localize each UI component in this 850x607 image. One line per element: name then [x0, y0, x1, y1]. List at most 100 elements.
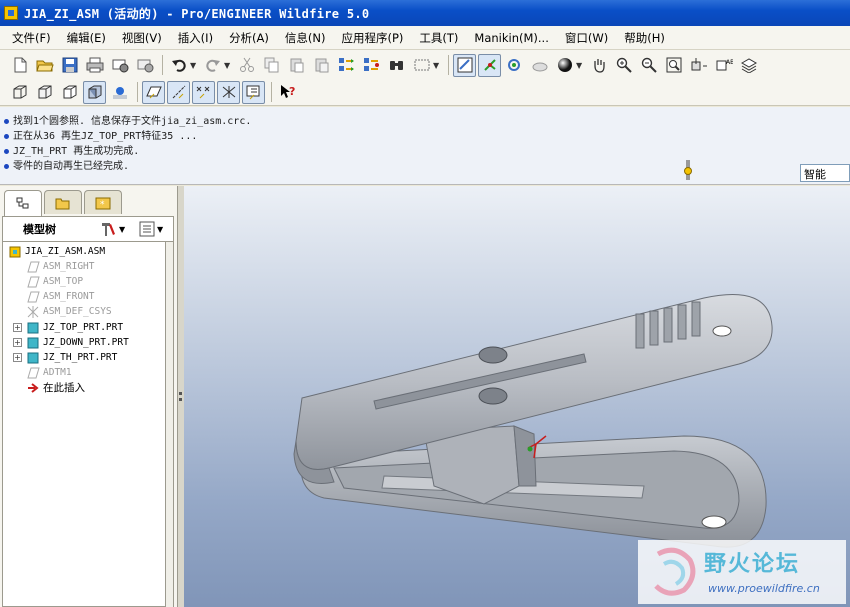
context-help-icon[interactable]: ?	[276, 81, 299, 104]
csys-display-icon[interactable]	[217, 80, 240, 104]
forum-watermark: 野火论坛 www.proewildfire.cn	[638, 540, 846, 604]
zoom-in-icon[interactable]	[612, 54, 635, 77]
svg-text:?: ?	[289, 85, 295, 98]
csys-icon	[27, 305, 40, 318]
spin-center-icon[interactable]	[478, 53, 501, 77]
tree-node-csys[interactable]: ASM_DEF_CSYS	[27, 304, 112, 319]
no-hidden-icon[interactable]	[58, 81, 81, 104]
render-icon[interactable]	[553, 54, 576, 77]
paste-icon[interactable]	[285, 54, 308, 77]
menu-info[interactable]: 信息(N)	[277, 28, 334, 48]
menu-analysis[interactable]: 分析(A)	[221, 28, 277, 48]
forum-name: 野火论坛	[704, 552, 801, 577]
regenerate-icon[interactable]	[335, 54, 358, 77]
tree-node-insert-here[interactable]: 在此插入	[27, 380, 85, 395]
forum-logo-icon	[654, 547, 696, 596]
sketch-view-icon[interactable]	[453, 53, 476, 77]
saved-views-icon[interactable]: AB	[712, 54, 735, 77]
pan-hand-icon[interactable]	[587, 54, 610, 77]
wireframe-icon[interactable]	[8, 81, 31, 104]
status-light-icon	[684, 160, 692, 180]
menu-help[interactable]: 帮助(H)	[616, 28, 673, 48]
open-icon[interactable]	[33, 54, 56, 77]
model-tree-title: 模型树	[23, 223, 56, 236]
redo-icon[interactable]	[201, 54, 224, 77]
refit-icon[interactable]	[662, 54, 685, 77]
redo-dropdown-icon[interactable]: ▼	[224, 61, 232, 70]
tab-model-tree[interactable]	[4, 190, 42, 216]
svg-text:AB: AB	[726, 59, 733, 66]
hidden-line-icon[interactable]	[33, 81, 56, 104]
datum-plane-display-icon[interactable]	[142, 80, 165, 104]
tree-scrollbar[interactable]	[166, 242, 174, 607]
selection-filter-select[interactable]: 智能	[800, 164, 850, 182]
tree-node-datum-plane[interactable]: ASM_FRONT	[27, 289, 94, 304]
print-icon[interactable]	[83, 54, 106, 77]
undo-dropdown-icon[interactable]: ▼	[190, 61, 198, 70]
save-icon[interactable]	[58, 54, 81, 77]
zoom-out-icon[interactable]	[637, 54, 660, 77]
reorient-icon[interactable]	[687, 54, 710, 77]
window-title: JIA_ZI_ASM (活动的) - Pro/ENGINEER Wildfire…	[24, 6, 370, 21]
tree-node-datum-plane[interactable]: ASM_TOP	[27, 274, 83, 289]
find-icon[interactable]	[385, 54, 408, 77]
menu-view[interactable]: 视图(V)	[114, 28, 170, 48]
part-icon	[27, 352, 40, 364]
shading-icon[interactable]	[83, 80, 106, 104]
render-dropdown-icon[interactable]: ▼	[576, 61, 584, 70]
part-icon	[27, 322, 40, 334]
menu-manikin[interactable]: Manikin(M)...	[466, 29, 556, 47]
menu-insert[interactable]: 插入(I)	[170, 28, 221, 48]
undo-icon[interactable]	[167, 54, 190, 77]
tree-node-datum-plane[interactable]: ASM_RIGHT	[27, 259, 94, 274]
appearance-icon[interactable]	[528, 54, 551, 77]
expand-toggle[interactable]: +	[13, 338, 22, 347]
forum-url: www.proewildfire.cn	[708, 582, 820, 595]
tree-node-part[interactable]: JZ_TOP_PRT.PRT	[27, 320, 123, 335]
model-tree-icon	[16, 197, 29, 208]
tree-settings-button[interactable]: ▼	[99, 220, 125, 238]
expand-toggle[interactable]: +	[13, 353, 22, 362]
menu-edit[interactable]: 编辑(E)	[59, 28, 114, 48]
insert-arrow-icon	[27, 382, 40, 394]
message-line: 正在从36 再生JZ_TOP_PRT特征35 ...	[4, 127, 197, 142]
navigator-tabs: *	[4, 190, 124, 216]
tab-folder-browser[interactable]	[44, 190, 82, 214]
paste-special-icon[interactable]	[310, 54, 333, 77]
datum-plane-icon	[27, 261, 40, 273]
expand-toggle[interactable]: +	[13, 323, 22, 332]
assembly-icon	[9, 246, 22, 258]
annotation-display-icon[interactable]	[242, 80, 265, 104]
copy-icon[interactable]	[260, 54, 283, 77]
message-line: JZ_TH_PRT 再生成功完成.	[4, 142, 139, 157]
regen-manager-icon[interactable]	[360, 54, 383, 77]
named-view-icon[interactable]	[503, 54, 526, 77]
favorites-icon: *	[95, 197, 111, 210]
send-email-icon[interactable]	[108, 54, 131, 77]
tree-show-button[interactable]: ▼	[139, 221, 163, 237]
tab-favorites[interactable]: *	[84, 190, 122, 214]
tools-icon	[102, 223, 115, 236]
new-icon[interactable]	[8, 54, 31, 77]
cut-icon[interactable]	[235, 54, 258, 77]
menu-file[interactable]: 文件(F)	[4, 28, 59, 48]
datum-axis-display-icon[interactable]	[167, 80, 190, 104]
select-box-icon[interactable]	[410, 54, 433, 77]
tree-node-assembly[interactable]: JIA_ZI_ASM.ASM	[9, 244, 105, 259]
tree-node-datum-plane[interactable]: ADTM1	[27, 365, 72, 380]
tree-node-part[interactable]: JZ_TH_PRT.PRT	[27, 350, 117, 365]
datum-point-display-icon[interactable]	[192, 80, 215, 104]
layers-icon[interactable]	[737, 54, 760, 77]
navigator-panel: * 模型树 ▼ ▼ JIA_ZI_ASM.ASM ASM_RIGHT ASM_T…	[0, 186, 178, 607]
message-area: 找到1个圆参照. 信息保存于文件jia_zi_asm.crc. 正在从36 再生…	[0, 107, 850, 185]
send-link-icon[interactable]	[133, 54, 156, 77]
menu-applications[interactable]: 应用程序(P)	[333, 28, 411, 48]
menu-window[interactable]: 窗口(W)	[557, 28, 616, 48]
model-tree: JIA_ZI_ASM.ASM ASM_RIGHT ASM_TOP ASM_FRO…	[2, 242, 166, 607]
enhanced-realism-icon[interactable]	[108, 81, 131, 104]
message-line: 找到1个圆参照. 信息保存于文件jia_zi_asm.crc.	[4, 112, 251, 127]
model-tree-header: 模型树 ▼ ▼	[2, 216, 174, 242]
select-filter-dropdown-icon[interactable]: ▼	[433, 61, 441, 70]
menu-tools[interactable]: 工具(T)	[411, 28, 466, 48]
tree-node-part[interactable]: JZ_DOWN_PRT.PRT	[27, 335, 129, 350]
